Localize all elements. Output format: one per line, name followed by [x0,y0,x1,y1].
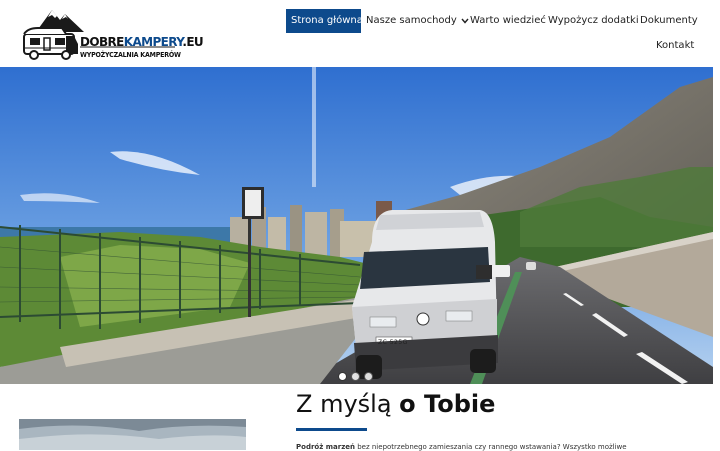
camper-van [352,210,498,379]
brand-name-part3: .EU [182,35,204,49]
nav-item-worth-knowing[interactable]: Warto wiedzieć [465,9,546,33]
nav-item-label: Warto wiedzieć [470,15,546,26]
section-image [19,419,246,450]
brand-tagline: WYPOŻYCZALNIA KAMPERÓW [80,51,181,59]
section-heading-part2: o Tobie [399,390,496,418]
nav-item-home[interactable]: Strona główna [286,9,363,33]
slider-dot-3[interactable] [364,372,373,381]
main-nav: Strona główna Nasze samochody Warto wied… [286,9,698,69]
nav-item-label: Kontakt [656,40,695,51]
landscape-thumbnail [19,419,246,450]
hero-plate: ZC 525G [378,339,408,346]
nav-item-label: Strona główna [291,15,363,26]
heading-underline [296,428,367,431]
section-heading-part1: Z myślą [296,390,400,418]
section-heading: Z myślą o Tobie [296,390,495,418]
nav-item-cars[interactable]: Nasze samochody [361,9,469,33]
nav-item-documents[interactable]: Dokumenty [635,9,698,33]
nav-item-contact[interactable]: Kontakt [651,34,698,58]
brand-name: DOBREKAMPERY.EU [80,35,204,49]
nav-item-label: Wypożycz dodatki [548,15,639,26]
slider-dot-1[interactable] [338,372,347,381]
nav-item-label: Dokumenty [640,15,698,26]
hero-image [0,67,713,384]
slider-dot-2[interactable] [351,372,360,381]
hero-slider[interactable]: ZC 525G [0,67,713,384]
nav-item-label: Nasze samochody [366,15,457,26]
nav-item-extras[interactable]: Wypożycz dodatki [543,9,639,33]
site-header: DOBREKAMPERY.EU WYPOŻYCZALNIA KAMPERÓW S… [0,0,720,67]
brand-name-part1: DOBRE [80,35,124,49]
brand-name-part2: KAMPERY [123,35,183,49]
brand-logo[interactable]: DOBREKAMPERY.EU WYPOŻYCZALNIA KAMPERÓW [22,4,204,62]
